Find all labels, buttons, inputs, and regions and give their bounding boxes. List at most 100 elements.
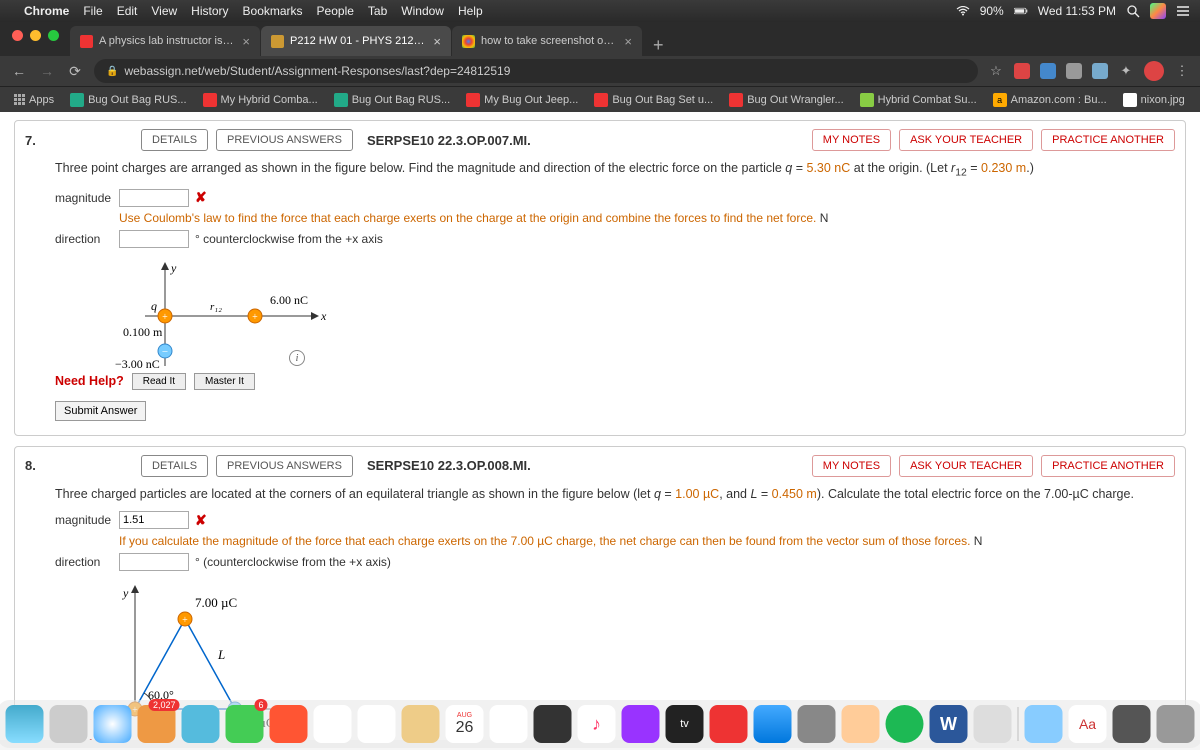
close-tab-icon[interactable]: ×	[242, 34, 250, 49]
practice-another-button[interactable]: PRACTICE ANOTHER	[1041, 129, 1175, 151]
wifi-icon[interactable]	[956, 4, 970, 18]
bookmark-item[interactable]: My Hybrid Comba...	[197, 90, 324, 110]
tab-3[interactable]: how to take screenshot on mac ×	[452, 26, 642, 56]
ask-teacher-button[interactable]: ASK YOUR TEACHER	[899, 129, 1033, 151]
kebab-menu-icon[interactable]: ⋮	[1174, 63, 1190, 79]
dock-launchpad[interactable]	[50, 705, 88, 743]
svg-text:x: x	[320, 309, 327, 323]
my-notes-button[interactable]: MY NOTES	[812, 455, 891, 477]
dock-app[interactable]	[402, 705, 440, 743]
bookmark-item[interactable]: nixon.jpg	[1117, 90, 1191, 110]
bookmark-item[interactable]: aAmazon.com : Bu...	[987, 90, 1113, 110]
direction-input[interactable]	[119, 230, 189, 248]
dock-finder[interactable]	[6, 705, 44, 743]
dock-dictionary[interactable]: Aa	[1069, 705, 1107, 743]
bookmark-item[interactable]: Bug Out Wrangler...	[723, 90, 849, 110]
battery-icon	[1014, 4, 1028, 18]
my-notes-button[interactable]: MY NOTES	[812, 129, 891, 151]
tab-2[interactable]: P212 HW 01 - PHYS 212 - Fall ×	[261, 26, 451, 56]
close-tab-icon[interactable]: ×	[624, 34, 632, 49]
new-tab-button[interactable]: +	[643, 35, 674, 56]
profile-avatar[interactable]	[1144, 61, 1164, 81]
dock-app[interactable]: 2,027	[138, 705, 176, 743]
extension-icon-2[interactable]	[1040, 63, 1056, 79]
close-window-button[interactable]	[12, 30, 23, 41]
practice-another-button[interactable]: PRACTICE ANOTHER	[1041, 455, 1175, 477]
dock-folder[interactable]	[1025, 705, 1063, 743]
dock-settings[interactable]	[798, 705, 836, 743]
menu-edit[interactable]: Edit	[117, 4, 138, 18]
previous-answers-button[interactable]: PREVIOUS ANSWERS	[216, 129, 353, 151]
apps-button[interactable]: Apps	[8, 91, 60, 109]
bookmark-item[interactable]: Stainless Steel Bo...	[1195, 90, 1200, 110]
bookmark-item[interactable]: Bug Out Bag Set u...	[588, 90, 719, 110]
menu-bookmarks[interactable]: Bookmarks	[243, 4, 303, 18]
calendar-month: AUG	[457, 712, 472, 719]
dock-safari[interactable]	[94, 705, 132, 743]
direction-unit: ° (counterclockwise from the +x axis)	[195, 553, 391, 571]
forward-button[interactable]: →	[38, 63, 56, 79]
dock-app[interactable]	[710, 705, 748, 743]
page-content: 7. DETAILS PREVIOUS ANSWERS SERPSE10 22.…	[0, 112, 1200, 740]
info-icon[interactable]: i	[289, 350, 305, 366]
dock-app[interactable]	[490, 705, 528, 743]
menu-people[interactable]: People	[317, 4, 354, 18]
bookmark-favicon	[594, 93, 608, 107]
url-input[interactable]: 🔒 webassign.net/web/Student/Assignment-R…	[94, 59, 978, 83]
dock-app[interactable]	[534, 705, 572, 743]
extension-icon-3[interactable]	[1066, 63, 1082, 79]
details-button[interactable]: DETAILS	[141, 129, 208, 151]
minimize-window-button[interactable]	[30, 30, 41, 41]
dock-messages[interactable]: 6	[226, 705, 264, 743]
menu-view[interactable]: View	[151, 4, 177, 18]
maximize-window-button[interactable]	[48, 30, 59, 41]
menu-history[interactable]: History	[191, 4, 228, 18]
bookmark-item[interactable]: Bug Out Bag RUS...	[64, 90, 192, 110]
dock-trash[interactable]	[1157, 705, 1195, 743]
menu-tab[interactable]: Tab	[368, 4, 387, 18]
dock-appstore[interactable]	[754, 705, 792, 743]
clock[interactable]: Wed 11:53 PM	[1038, 4, 1116, 18]
tab-1[interactable]: A physics lab instructor is work ×	[70, 26, 260, 56]
dock-app[interactable]	[270, 705, 308, 743]
dock-app[interactable]	[314, 705, 352, 743]
puzzle-icon[interactable]: ✦	[1118, 63, 1134, 79]
dock-word[interactable]: W	[930, 705, 968, 743]
magnitude-input[interactable]	[119, 511, 189, 529]
dock-spotify[interactable]	[886, 705, 924, 743]
magnitude-input[interactable]	[119, 189, 189, 207]
siri-icon[interactable]	[1150, 3, 1166, 19]
dock-app[interactable]	[1113, 705, 1151, 743]
spotlight-icon[interactable]	[1126, 4, 1140, 18]
dock-app[interactable]	[974, 705, 1012, 743]
menu-file[interactable]: File	[83, 4, 102, 18]
app-name[interactable]: Chrome	[24, 4, 69, 18]
svg-text:q: q	[151, 299, 157, 313]
bookmark-item[interactable]: Hybrid Combat Su...	[854, 90, 983, 110]
svg-text:7.00 µC: 7.00 µC	[195, 595, 237, 610]
dock-tv[interactable]: tv	[666, 705, 704, 743]
dock-app[interactable]	[182, 705, 220, 743]
dock-podcasts[interactable]	[622, 705, 660, 743]
reload-button[interactable]: ⟳	[66, 63, 84, 80]
close-tab-icon[interactable]: ×	[433, 34, 441, 49]
tab-title: P212 HW 01 - PHYS 212 - Fall	[290, 35, 427, 47]
back-button[interactable]: ←	[10, 63, 28, 79]
menu-help[interactable]: Help	[458, 4, 483, 18]
menu-window[interactable]: Window	[401, 4, 444, 18]
extension-icon-1[interactable]	[1014, 63, 1030, 79]
dock-music[interactable]: ♪	[578, 705, 616, 743]
bookmark-item[interactable]: Bug Out Bag RUS...	[328, 90, 456, 110]
bookmark-item[interactable]: My Bug Out Jeep...	[460, 90, 584, 110]
previous-answers-button[interactable]: PREVIOUS ANSWERS	[216, 455, 353, 477]
dock-photos[interactable]	[358, 705, 396, 743]
star-icon[interactable]: ☆	[988, 63, 1004, 79]
submit-answer-button[interactable]: Submit Answer	[55, 401, 146, 421]
ask-teacher-button[interactable]: ASK YOUR TEACHER	[899, 455, 1033, 477]
dock-app[interactable]	[842, 705, 880, 743]
direction-input[interactable]	[119, 553, 189, 571]
extension-icon-4[interactable]	[1092, 63, 1108, 79]
notifications-icon[interactable]	[1176, 4, 1190, 18]
dock-calendar[interactable]: AUG26	[446, 705, 484, 743]
details-button[interactable]: DETAILS	[141, 455, 208, 477]
